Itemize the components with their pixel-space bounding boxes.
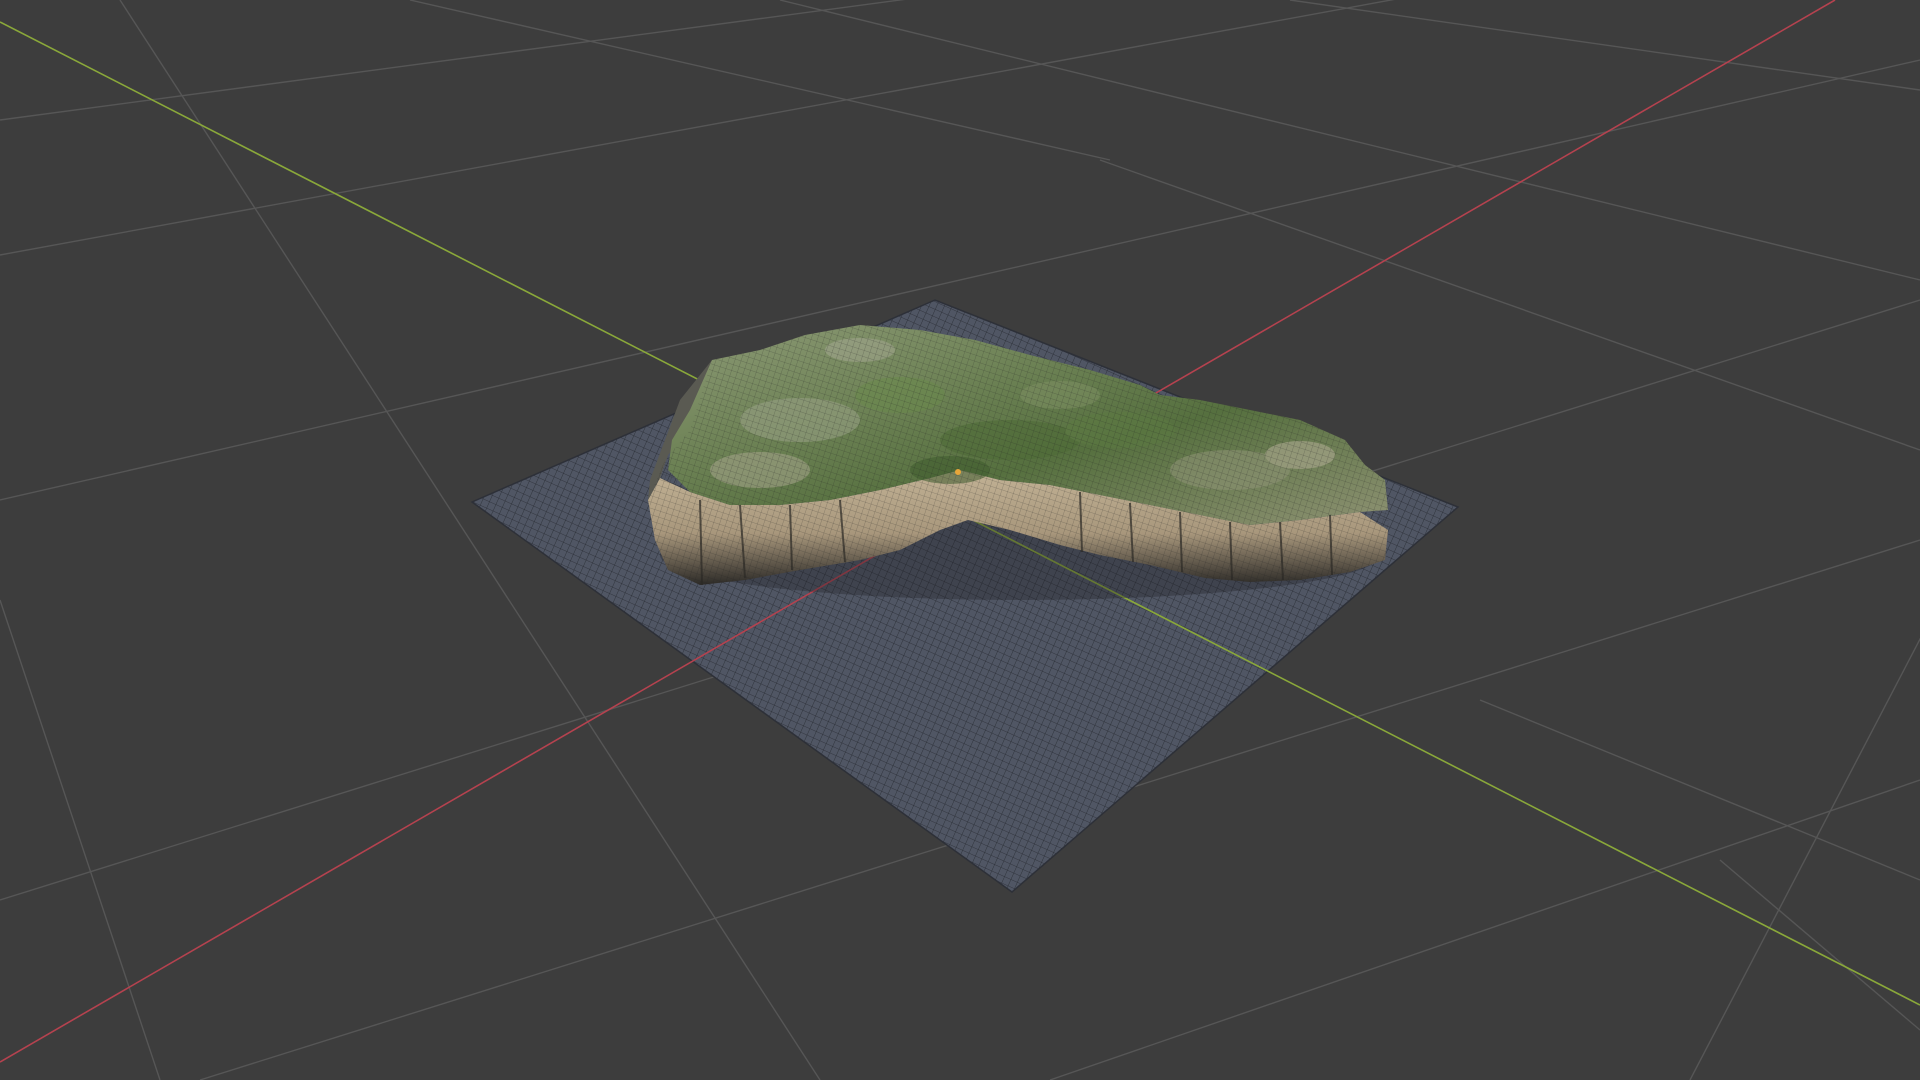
terrain-mesh[interactable] <box>640 320 1400 600</box>
3d-viewport[interactable] <box>0 0 1920 1080</box>
origin-dot <box>955 469 961 475</box>
